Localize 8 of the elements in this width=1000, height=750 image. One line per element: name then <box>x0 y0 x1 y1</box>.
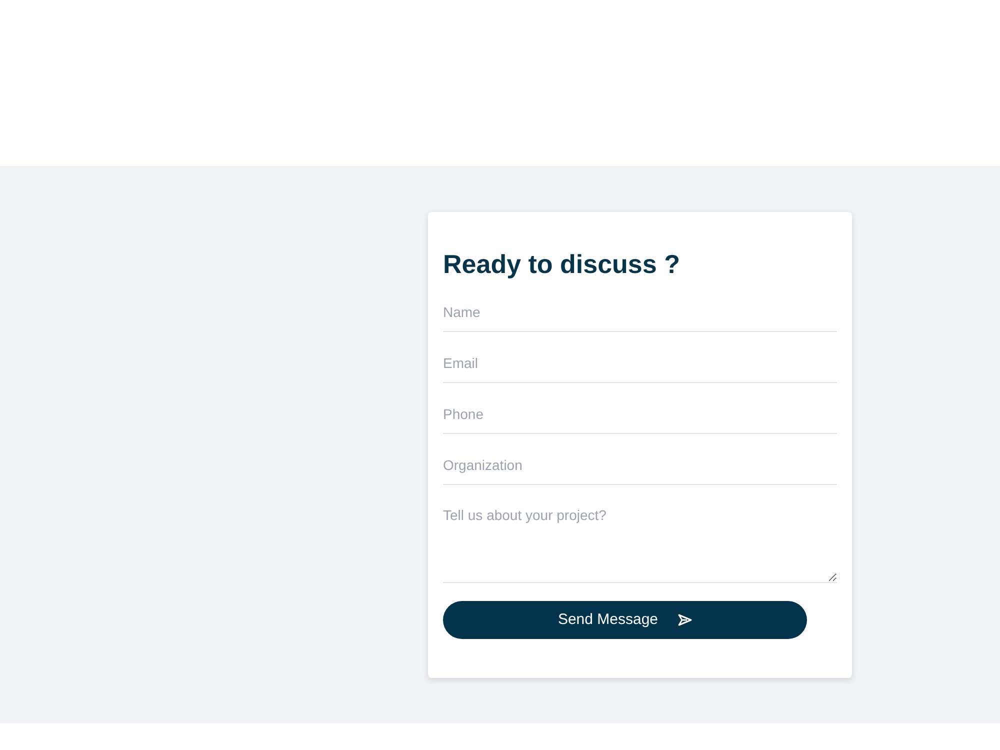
input-field[interactable]: Name <box>443 292 837 332</box>
input-field[interactable]: Email <box>443 343 837 383</box>
send-icon <box>678 614 692 626</box>
send-message-button[interactable]: Send Message <box>443 601 807 639</box>
message-field[interactable]: Tell us about your project? <box>443 496 837 583</box>
form-title: Ready to discuss ? <box>443 248 681 280</box>
input-field[interactable]: Organization <box>443 445 837 485</box>
input-field[interactable]: Phone <box>443 394 837 434</box>
